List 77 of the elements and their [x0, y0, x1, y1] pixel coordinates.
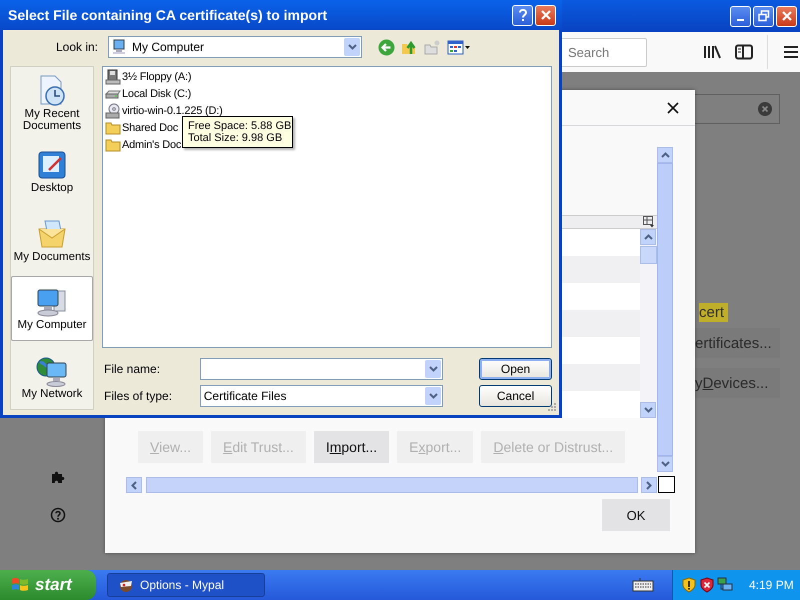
up-folder-icon[interactable] — [401, 38, 418, 56]
scroll-right-button[interactable] — [641, 477, 657, 493]
floppy-icon — [105, 69, 121, 85]
scroll-down-button[interactable] — [640, 402, 656, 418]
places-item[interactable]: My Computer — [11, 276, 93, 341]
computer-icon — [112, 39, 128, 55]
window-title: Select File containing CA certificate(s) to import — [8, 7, 328, 23]
file-item[interactable]: Local Disk (C:) — [105, 86, 192, 102]
sidebar-icon[interactable] — [735, 44, 754, 60]
look-in-label: Look in: — [54, 40, 99, 54]
caret-up-icon — [644, 234, 652, 240]
caret-down-icon — [348, 44, 356, 50]
file-type-label: Files of type: — [103, 388, 174, 402]
scroll-up-button[interactable] — [657, 147, 673, 163]
help-icon[interactable] — [50, 507, 66, 523]
search-highlight: cert — [698, 303, 728, 322]
file-item[interactable]: 3½ Floppy (A:) — [105, 69, 192, 85]
file-item[interactable]: Admin's Doc — [105, 137, 182, 153]
clear-icon[interactable] — [757, 101, 773, 117]
close-button[interactable] — [667, 102, 679, 114]
network-icon[interactable] — [717, 577, 733, 593]
scrollbar[interactable] — [640, 229, 657, 418]
scroll-up-button[interactable] — [640, 229, 656, 245]
scroll-down-button[interactable] — [657, 456, 673, 472]
caret-right-icon — [646, 480, 652, 490]
ok-button[interactable]: OK — [602, 499, 670, 531]
close-icon — [667, 102, 679, 114]
caret-up-icon — [660, 152, 670, 158]
caret-down-icon — [660, 461, 670, 467]
alert-shield-icon[interactable] — [699, 577, 715, 593]
file-name-field[interactable] — [200, 358, 444, 380]
search-field[interactable]: Search — [560, 38, 648, 66]
file-name-label: File name: — [103, 362, 162, 376]
file-type-dropdown[interactable]: Certificate Files — [200, 384, 444, 406]
dialog-button[interactable]: Import... — [314, 431, 390, 463]
back-icon[interactable] — [378, 38, 395, 56]
close-icon — [780, 10, 792, 22]
puzzle-icon[interactable] — [50, 469, 66, 485]
library-icon[interactable] — [703, 44, 722, 60]
help-button[interactable] — [512, 4, 533, 26]
dropdown-button[interactable] — [344, 38, 360, 56]
menu-icon[interactable] — [782, 44, 800, 60]
tooltip: Free Space: 5.88 GB Total Size: 9.98 GB — [182, 116, 293, 148]
keyboard-icon[interactable] — [632, 578, 654, 592]
caret-down-icon — [428, 392, 438, 398]
column-picker-icon[interactable] — [643, 216, 655, 228]
scroll-corner — [658, 476, 675, 493]
cancel-button[interactable]: Cancel — [479, 384, 552, 406]
caret-down-icon — [428, 366, 438, 372]
file-item[interactable]: Shared Doc — [105, 120, 178, 136]
places-item[interactable]: Desktop — [11, 139, 93, 204]
resize-grip-icon[interactable] — [547, 402, 557, 412]
look-in-dropdown[interactable]: My Computer — [108, 36, 362, 58]
places-item[interactable]: My Network — [11, 344, 93, 410]
file-item[interactable]: virtio-win-0.1.225 (D:) — [105, 103, 223, 119]
folder-icon — [105, 120, 121, 136]
minimize-button[interactable] — [730, 6, 751, 26]
app-icon — [118, 577, 134, 593]
restore-button[interactable] — [753, 6, 774, 26]
places-item[interactable]: My Documents — [11, 208, 93, 272]
dropdown-button[interactable] — [425, 360, 442, 378]
taskbar-button[interactable]: Options - Mypal — [107, 573, 265, 597]
folder-icon — [105, 137, 121, 153]
scroll-left-button[interactable] — [126, 477, 142, 493]
close-icon — [540, 9, 552, 21]
dropdown-button[interactable] — [425, 386, 442, 404]
scroll-thumb[interactable] — [640, 246, 657, 264]
open-button[interactable]: Open — [479, 358, 552, 380]
minimize-icon — [737, 18, 744, 20]
disc-icon — [105, 103, 121, 119]
caret-down-icon — [644, 407, 652, 413]
views-icon[interactable] — [447, 38, 471, 56]
warning-shield-icon[interactable] — [681, 577, 697, 593]
help-icon — [518, 8, 528, 22]
caret-left-icon — [131, 480, 137, 490]
places-item[interactable]: My Recent Documents — [11, 71, 93, 136]
restore-icon — [758, 10, 770, 22]
